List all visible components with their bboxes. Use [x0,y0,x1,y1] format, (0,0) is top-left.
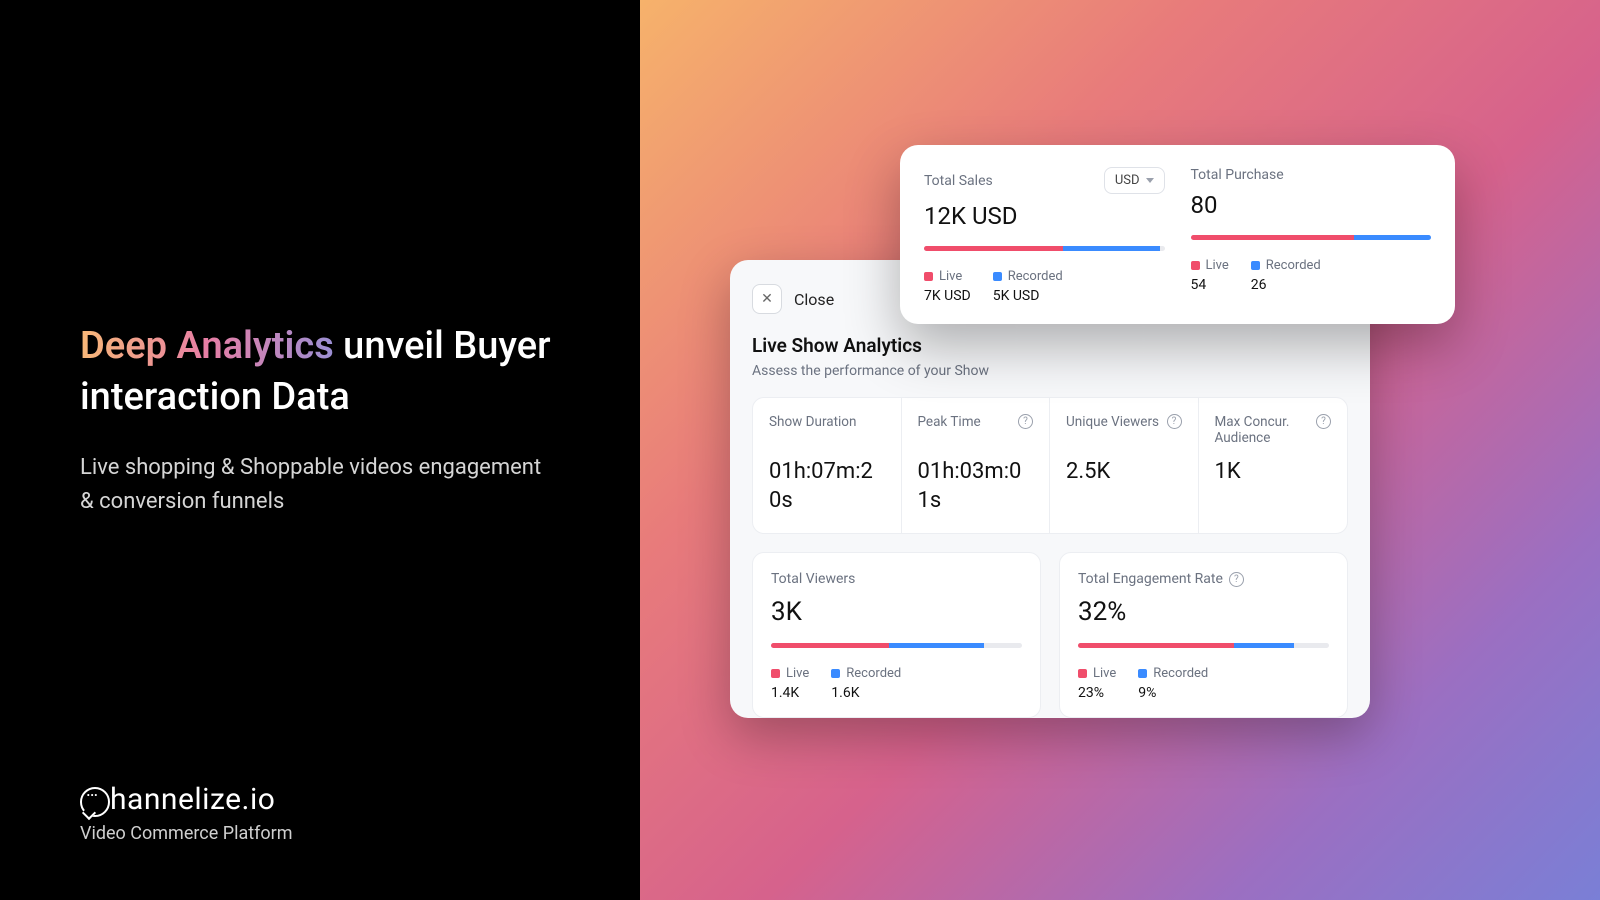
close-icon: ✕ [761,291,773,307]
viewers-label: Total Viewers [771,571,1022,587]
headline-gradient: Deep Analytics [80,324,334,368]
close-button[interactable]: ✕ [752,284,782,314]
bottom-cards: Total Viewers 3K Live 1.4K Recorded 1.6K [752,552,1348,718]
col-total-sales: Total Sales USD 12K USD Live 7K USD Reco… [924,167,1165,304]
legend-dot-live [1191,261,1200,270]
bar-live [771,643,889,648]
engagement-label: Total Engagement Rate [1078,571,1223,587]
info-icon[interactable]: ? [1018,414,1033,429]
sales-legend: Live 7K USD Recorded 5K USD [924,269,1165,304]
legend-dot-recorded [993,272,1002,281]
sales-label: Total Sales [924,173,993,189]
info-icon[interactable]: ? [1316,414,1331,429]
stats-row: Show Duration 01h:07m:20s Peak Time ? 01… [752,397,1348,534]
purchase-value: 80 [1191,191,1432,219]
stat-peak: Peak Time ? 01h:03m:01s [902,398,1051,533]
stat-duration: Show Duration 01h:07m:20s [753,398,902,533]
viewers-legend: Live 1.4K Recorded 1.6K [771,666,1022,701]
analytics-card: ✕ Close Live Show Analytics Assess the p… [730,260,1370,718]
purchase-bar [1191,235,1432,240]
analytics-sub: Assess the performance of your Show [752,363,1348,379]
sales-bar [924,246,1165,251]
engagement-bar [1078,643,1329,648]
bar-live [1078,643,1234,648]
info-icon[interactable]: ? [1229,572,1244,587]
legend-dot-recorded [831,669,840,678]
legend-dot-live [1078,669,1087,678]
card-engagement: Total Engagement Rate ? 32% Live 23% Rec… [1059,552,1348,718]
bar-live [1191,235,1355,240]
viewers-value: 3K [771,597,1022,627]
bar-recorded [1063,246,1159,251]
marketing-panel: Deep Analytics unveil Buyer interaction … [0,0,640,900]
stat-concur: Max Concur. Audience ? 1K [1199,398,1348,533]
headline-sub: Live shopping & Shoppable videos engagem… [80,451,560,519]
brand-block: hannelize.io Video Commerce Platform [80,782,293,844]
bar-recorded [889,643,984,648]
engagement-value: 32% [1078,597,1329,627]
brand-tagline: Video Commerce Platform [80,823,293,844]
bar-recorded [1234,643,1294,648]
headline: Deep Analytics unveil Buyer interaction … [80,321,560,424]
legend-dot-recorded [1251,261,1260,270]
legend-dot-recorded [1138,669,1147,678]
currency-select[interactable]: USD [1104,167,1165,194]
legend-dot-live [771,669,780,678]
card-total-viewers: Total Viewers 3K Live 1.4K Recorded 1.6K [752,552,1041,718]
sales-value: 12K USD [924,202,1165,230]
info-icon[interactable]: ? [1167,414,1182,429]
showcase-panel: ✕ Close Live Show Analytics Assess the p… [640,0,1600,900]
engagement-legend: Live 23% Recorded 9% [1078,666,1329,701]
bar-live [924,246,1063,251]
col-total-purchase: Total Purchase 80 Live 54 Recorded 26 [1191,167,1432,304]
analytics-title: Live Show Analytics [752,334,1348,357]
viewers-bar [771,643,1022,648]
close-label[interactable]: Close [794,290,834,309]
stat-unique: Unique Viewers ? 2.5K [1050,398,1199,533]
brand-chat-icon [80,787,110,817]
purchase-legend: Live 54 Recorded 26 [1191,258,1432,293]
brand-name: hannelize.io [80,782,293,817]
purchase-label: Total Purchase [1191,167,1284,183]
legend-dot-live [924,272,933,281]
chevron-down-icon [1146,178,1154,183]
bar-recorded [1354,235,1431,240]
sales-card: Total Sales USD 12K USD Live 7K USD Reco… [900,145,1455,324]
